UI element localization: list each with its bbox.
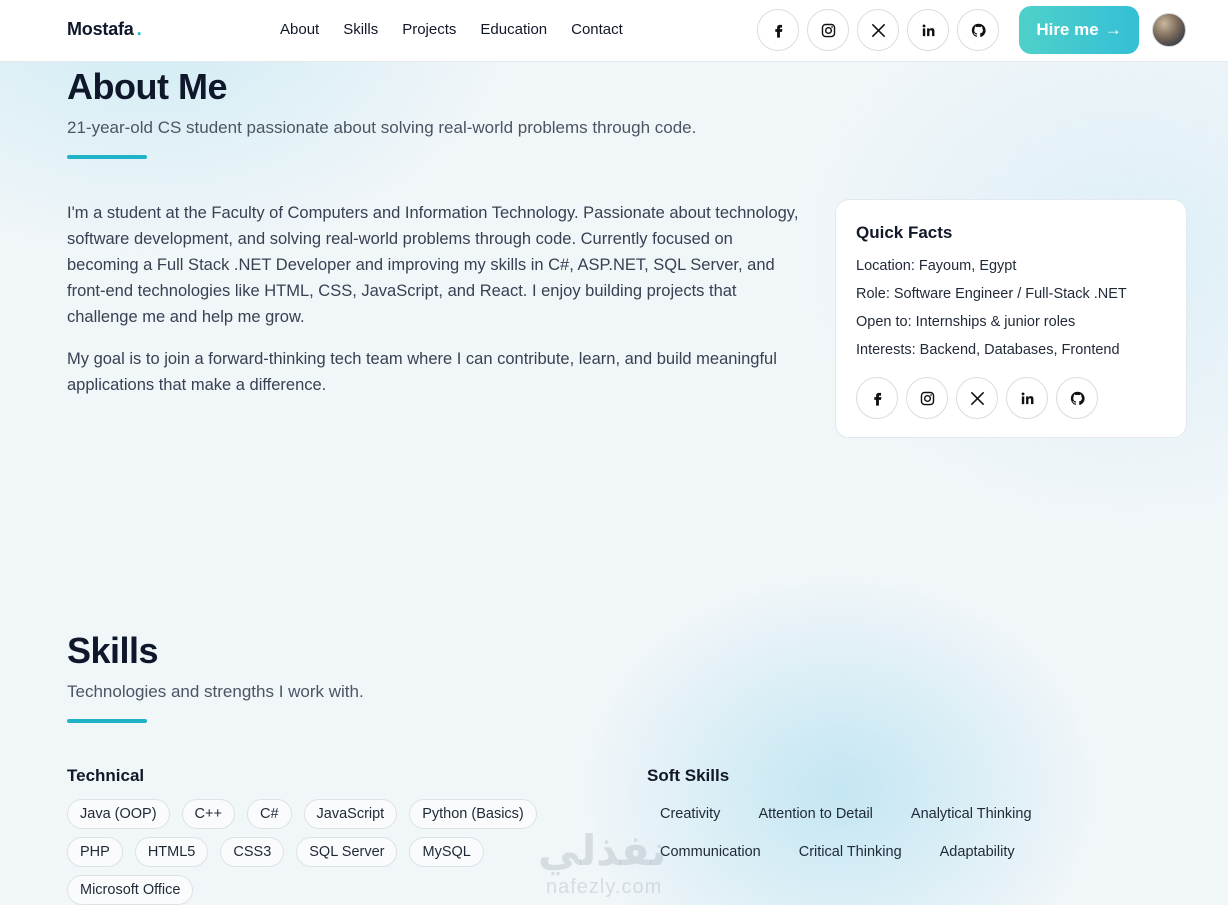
- skill-chip: PHP: [67, 837, 123, 867]
- logo-dot: .: [136, 19, 142, 39]
- github-icon: [971, 23, 986, 37]
- about-body: I'm a student at the Faculty of Computer…: [67, 200, 807, 414]
- x-link[interactable]: [857, 9, 899, 51]
- about-title: About Me: [67, 66, 227, 107]
- linkedin-icon: [1021, 391, 1033, 404]
- fact-open-to: Open to: Internships & junior roles: [856, 314, 1076, 330]
- arrow-right-icon: →: [1104, 20, 1122, 39]
- linkedin-link[interactable]: [1006, 377, 1048, 419]
- quick-facts-social-links: [856, 377, 1098, 419]
- hire-me-button[interactable]: Hire me →: [1019, 6, 1139, 54]
- soft-skills-title: Soft Skills: [647, 766, 730, 785]
- skill-chip: HTML5: [134, 837, 209, 867]
- skill-chip: Python (Basics): [409, 799, 537, 829]
- site-header: Mostafa. About Skills Projects Education…: [0, 0, 1228, 62]
- avatar[interactable]: [1152, 13, 1186, 47]
- skill-chip: SQL Server: [296, 837, 398, 867]
- linkedin-icon: [922, 23, 934, 36]
- facebook-icon: [774, 24, 782, 38]
- instagram-icon: [821, 23, 835, 37]
- skills-divider: [67, 719, 147, 723]
- soft-skill-chip: Attention to Detail: [758, 806, 873, 822]
- about-divider: [67, 155, 147, 159]
- github-link[interactable]: [1056, 377, 1098, 419]
- nav-link-contact[interactable]: Contact: [571, 21, 623, 38]
- x-icon: [970, 391, 984, 405]
- skill-chip: Java (OOP): [67, 799, 170, 829]
- facebook-link[interactable]: [757, 9, 799, 51]
- facebook-icon: [873, 392, 881, 406]
- soft-skill-chip: Adaptability: [939, 844, 1015, 860]
- skill-chip: JavaScript: [303, 799, 398, 829]
- nav-link-skills[interactable]: Skills: [343, 21, 378, 38]
- nav-link-education[interactable]: Education: [480, 21, 547, 38]
- instagram-link[interactable]: [807, 9, 849, 51]
- instagram-icon: [920, 391, 934, 405]
- skill-chip: CSS3: [220, 837, 285, 867]
- quick-facts-card: Quick Facts Location: Fayoum, Egypt Role…: [835, 199, 1187, 438]
- linkedin-link[interactable]: [907, 9, 949, 51]
- about-subtitle: 21-year-old CS student passionate about …: [67, 118, 697, 137]
- hire-me-label: Hire me: [1036, 20, 1099, 39]
- x-icon: [871, 23, 885, 37]
- quick-facts-title: Quick Facts: [856, 223, 953, 242]
- fact-role: Role: Software Engineer / Full-Stack .NE…: [856, 286, 1127, 302]
- about-paragraph-2: My goal is to join a forward-thinking te…: [67, 350, 777, 394]
- nav-link-about[interactable]: About: [280, 21, 319, 38]
- fact-location: Location: Fayoum, Egypt: [856, 258, 1017, 274]
- skill-chip: MySQL: [409, 837, 484, 867]
- logo[interactable]: Mostafa.: [67, 19, 142, 40]
- x-link[interactable]: [956, 377, 998, 419]
- soft-skill-chip: Communication: [660, 844, 761, 860]
- github-link[interactable]: [957, 9, 999, 51]
- soft-skills-list: Creativity Attention to Detail Analytica…: [647, 799, 1087, 875]
- technical-skills-list: Java (OOP) C++ C# JavaScript Python (Bas…: [67, 799, 587, 905]
- logo-text: Mostafa: [67, 19, 134, 39]
- skills-subtitle: Technologies and strengths I work with.: [67, 682, 364, 701]
- soft-skill-chip: Creativity: [660, 806, 721, 822]
- skills-title: Skills: [67, 630, 159, 671]
- soft-skill-chip: Critical Thinking: [798, 844, 902, 860]
- github-icon: [1070, 391, 1085, 405]
- skill-chip: C++: [181, 799, 235, 829]
- header-social-links: [757, 9, 999, 51]
- about-paragraph-1: I'm a student at the Faculty of Computer…: [67, 204, 799, 326]
- skill-chip: Microsoft Office: [67, 875, 194, 905]
- main-nav: About Skills Projects Education Contact: [280, 21, 647, 38]
- soft-skill-chip: Analytical Thinking: [910, 806, 1032, 822]
- facebook-link[interactable]: [856, 377, 898, 419]
- skill-chip: C#: [246, 799, 292, 829]
- fact-interests: Interests: Backend, Databases, Frontend: [856, 342, 1120, 358]
- technical-skills-title: Technical: [67, 766, 145, 785]
- instagram-link[interactable]: [906, 377, 948, 419]
- nav-link-projects[interactable]: Projects: [402, 21, 456, 38]
